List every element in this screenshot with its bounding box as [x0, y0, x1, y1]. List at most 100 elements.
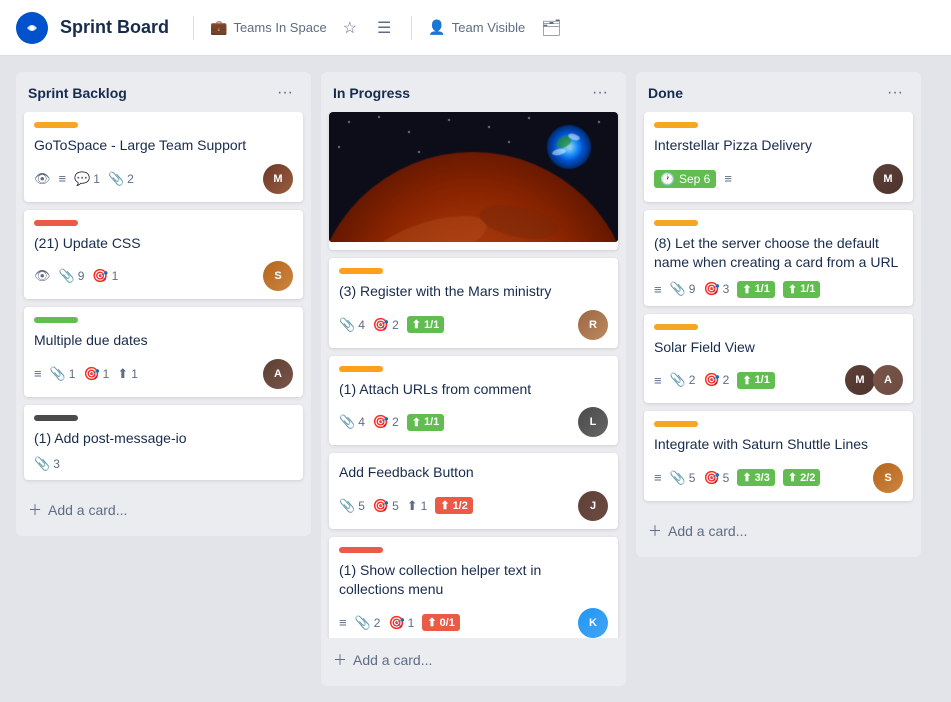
add-card-label: Add a card...: [48, 502, 127, 518]
card-footer: ≡ 📎 2 🎯 1 ⬆ 0/1 K: [339, 608, 608, 638]
attach-icon: 📎: [355, 615, 371, 631]
avatar-face: M: [263, 164, 293, 194]
desc-meta: ≡: [34, 366, 42, 381]
vote-icon: ⬆: [427, 616, 436, 629]
card-mars-ministry[interactable]: (3) Register with the Mars ministry 📎 4 …: [329, 258, 618, 348]
column-in-progress: In Progress ··· (3) Register with the Ma…: [321, 72, 626, 686]
checklist-meta: 🎯 1: [388, 615, 414, 631]
checklist-meta: 🎯 2: [703, 372, 729, 388]
workspace-link[interactable]: 💼 Teams In Space: [210, 19, 327, 36]
card-feedback[interactable]: Add Feedback Button 📎 5 🎯 5 ⬆ 1 ⬆ 1/2 J: [329, 453, 618, 529]
avatar-face: A: [263, 359, 293, 389]
card-avatar: J: [578, 491, 608, 521]
desc-icon: ≡: [59, 171, 67, 186]
menu-button[interactable]: ☰: [373, 14, 395, 42]
card-label-orange: [339, 268, 383, 274]
checklist-icon: 🎯: [373, 414, 389, 430]
card-footer: ≡ 📎 5 🎯 5 ⬆ 3/3 ⬆ 2/2 S: [654, 463, 903, 493]
avatar-pair: M A: [845, 365, 903, 395]
card-cover-image: [329, 112, 618, 242]
plus-icon: ＋: [648, 521, 662, 541]
add-card-backlog[interactable]: ＋ Add a card...: [16, 492, 311, 528]
upload-icon: ⬆: [742, 471, 751, 484]
card-title-collection: (1) Show collection helper text in colle…: [339, 561, 608, 600]
checklist-icon: 🎯: [703, 470, 719, 486]
card-label-yellow: [34, 122, 78, 128]
vote-icon: ⬆: [742, 374, 751, 387]
desc-meta: ≡: [339, 615, 347, 630]
attach-meta: 📎 3: [34, 456, 60, 472]
card-server-name[interactable]: (8) Let the server choose the default na…: [644, 210, 913, 306]
column-menu-inprogress[interactable]: ···: [586, 82, 614, 104]
card-label-yellow-2: [654, 122, 698, 128]
card-attach-urls[interactable]: (1) Attach URLs from comment 📎 4 🎯 2 ⬆ 1…: [329, 356, 618, 446]
vote-icon: ⬆: [407, 498, 418, 514]
comments-meta: 💬 1: [74, 171, 100, 187]
plus-icon: ＋: [28, 500, 42, 520]
app-logo: [16, 12, 48, 44]
backlog-cards: GoToSpace - Large Team Support 👁 ≡ 💬 1 📎…: [16, 112, 311, 488]
card-avatar-1: M: [845, 365, 875, 395]
attach-meta: 📎 5: [670, 470, 696, 486]
card-footer: 📎 3: [34, 456, 293, 472]
inprogress-cards: (3) Register with the Mars ministry 📎 4 …: [321, 112, 626, 638]
card-title-css: (21) Update CSS: [34, 234, 293, 254]
mars-canvas: [329, 112, 618, 242]
vote-icon: ⬆: [440, 499, 449, 512]
card-meta-group: 📎 5 🎯 5 ⬆ 1 ⬆ 1/2: [339, 497, 570, 514]
card-saturn[interactable]: Integrate with Saturn Shuttle Lines ≡ 📎 …: [644, 411, 913, 501]
column-header-backlog: Sprint Backlog ···: [16, 72, 311, 112]
date-badge: 🕐 Sep 6: [654, 170, 716, 188]
add-card-inprogress[interactable]: ＋ Add a card...: [321, 642, 626, 678]
plus-icon: ＋: [333, 650, 347, 670]
badge-11c: ⬆ 1/1: [737, 372, 775, 389]
desc-meta: ≡: [654, 282, 662, 297]
card-mars-image[interactable]: [329, 112, 618, 250]
card-avatar: A: [263, 359, 293, 389]
add-card-label: Add a card...: [668, 523, 747, 539]
vote-meta: ⬆ 1: [117, 366, 138, 382]
more-button[interactable]: 🗂: [537, 14, 565, 42]
badge-22: ⬆ 2/2: [783, 469, 821, 486]
badge-11b: ⬆ 1/1: [783, 281, 821, 298]
card-due-dates[interactable]: Multiple due dates ≡ 📎 1 🎯 1 ⬆ 1 A: [24, 307, 303, 397]
add-card-done[interactable]: ＋ Add a card...: [636, 513, 921, 549]
card-gotospace[interactable]: GoToSpace - Large Team Support 👁 ≡ 💬 1 📎…: [24, 112, 303, 202]
card-meta-group: ≡ 📎 2 🎯 2 ⬆ 1/1: [654, 372, 837, 389]
done-cards: Interstellar Pizza Delivery 🕐 Sep 6 ≡ M: [636, 112, 921, 509]
card-post-message[interactable]: (1) Add post-message-io 📎 3: [24, 405, 303, 481]
card-meta-group: 📎 3: [34, 456, 293, 472]
column-menu-backlog[interactable]: ···: [271, 82, 299, 104]
vote-icon: ⬆: [117, 366, 128, 382]
avatar-face: A: [873, 365, 903, 395]
card-label-yellow-4: [654, 324, 698, 330]
attach-icon: 📎: [50, 366, 66, 382]
card-collection-helper[interactable]: (1) Show collection helper text in colle…: [329, 537, 618, 638]
vote-icon: ⬆: [412, 416, 421, 429]
card-avatar-2: A: [873, 365, 903, 395]
column-menu-done[interactable]: ···: [881, 82, 909, 104]
attach-icon: 📎: [670, 372, 686, 388]
card-pizza[interactable]: Interstellar Pizza Delivery 🕐 Sep 6 ≡ M: [644, 112, 913, 202]
card-footer: 🕐 Sep 6 ≡ M: [654, 164, 903, 194]
checklist-icon: 🎯: [373, 498, 389, 514]
card-solar-field[interactable]: Solar Field View ≡ 📎 2 🎯 2 ⬆ 1/1 M A: [644, 314, 913, 404]
attach-meta: 📎 2: [108, 171, 134, 187]
star-button[interactable]: ☆: [339, 14, 361, 42]
vote-icon: ⬆: [788, 471, 797, 484]
card-footer: 👁 📎 9 🎯 1 S: [34, 261, 293, 291]
card-footer: ≡ 📎 1 🎯 1 ⬆ 1 A: [34, 359, 293, 389]
card-label-orange-2: [339, 366, 383, 372]
card-avatar: K: [578, 608, 608, 638]
attach-icon: 📎: [670, 281, 686, 297]
checklist-meta: 🎯 1: [92, 268, 118, 284]
card-update-css[interactable]: (21) Update CSS 👁 📎 9 🎯 1 S: [24, 210, 303, 300]
badge-33: ⬆ 3/3: [737, 469, 775, 486]
checklist-meta: 🎯 3: [703, 281, 729, 297]
checklist-icon: 🎯: [703, 281, 719, 297]
attach-icon: 📎: [108, 171, 124, 187]
card-label-yellow-5: [654, 421, 698, 427]
checklist-meta: 🎯 2: [373, 414, 399, 430]
checklist-icon: 🎯: [92, 268, 108, 284]
card-meta-group: ≡ 📎 9 🎯 3 ⬆ 1/1 ⬆ 1/1: [654, 281, 903, 298]
